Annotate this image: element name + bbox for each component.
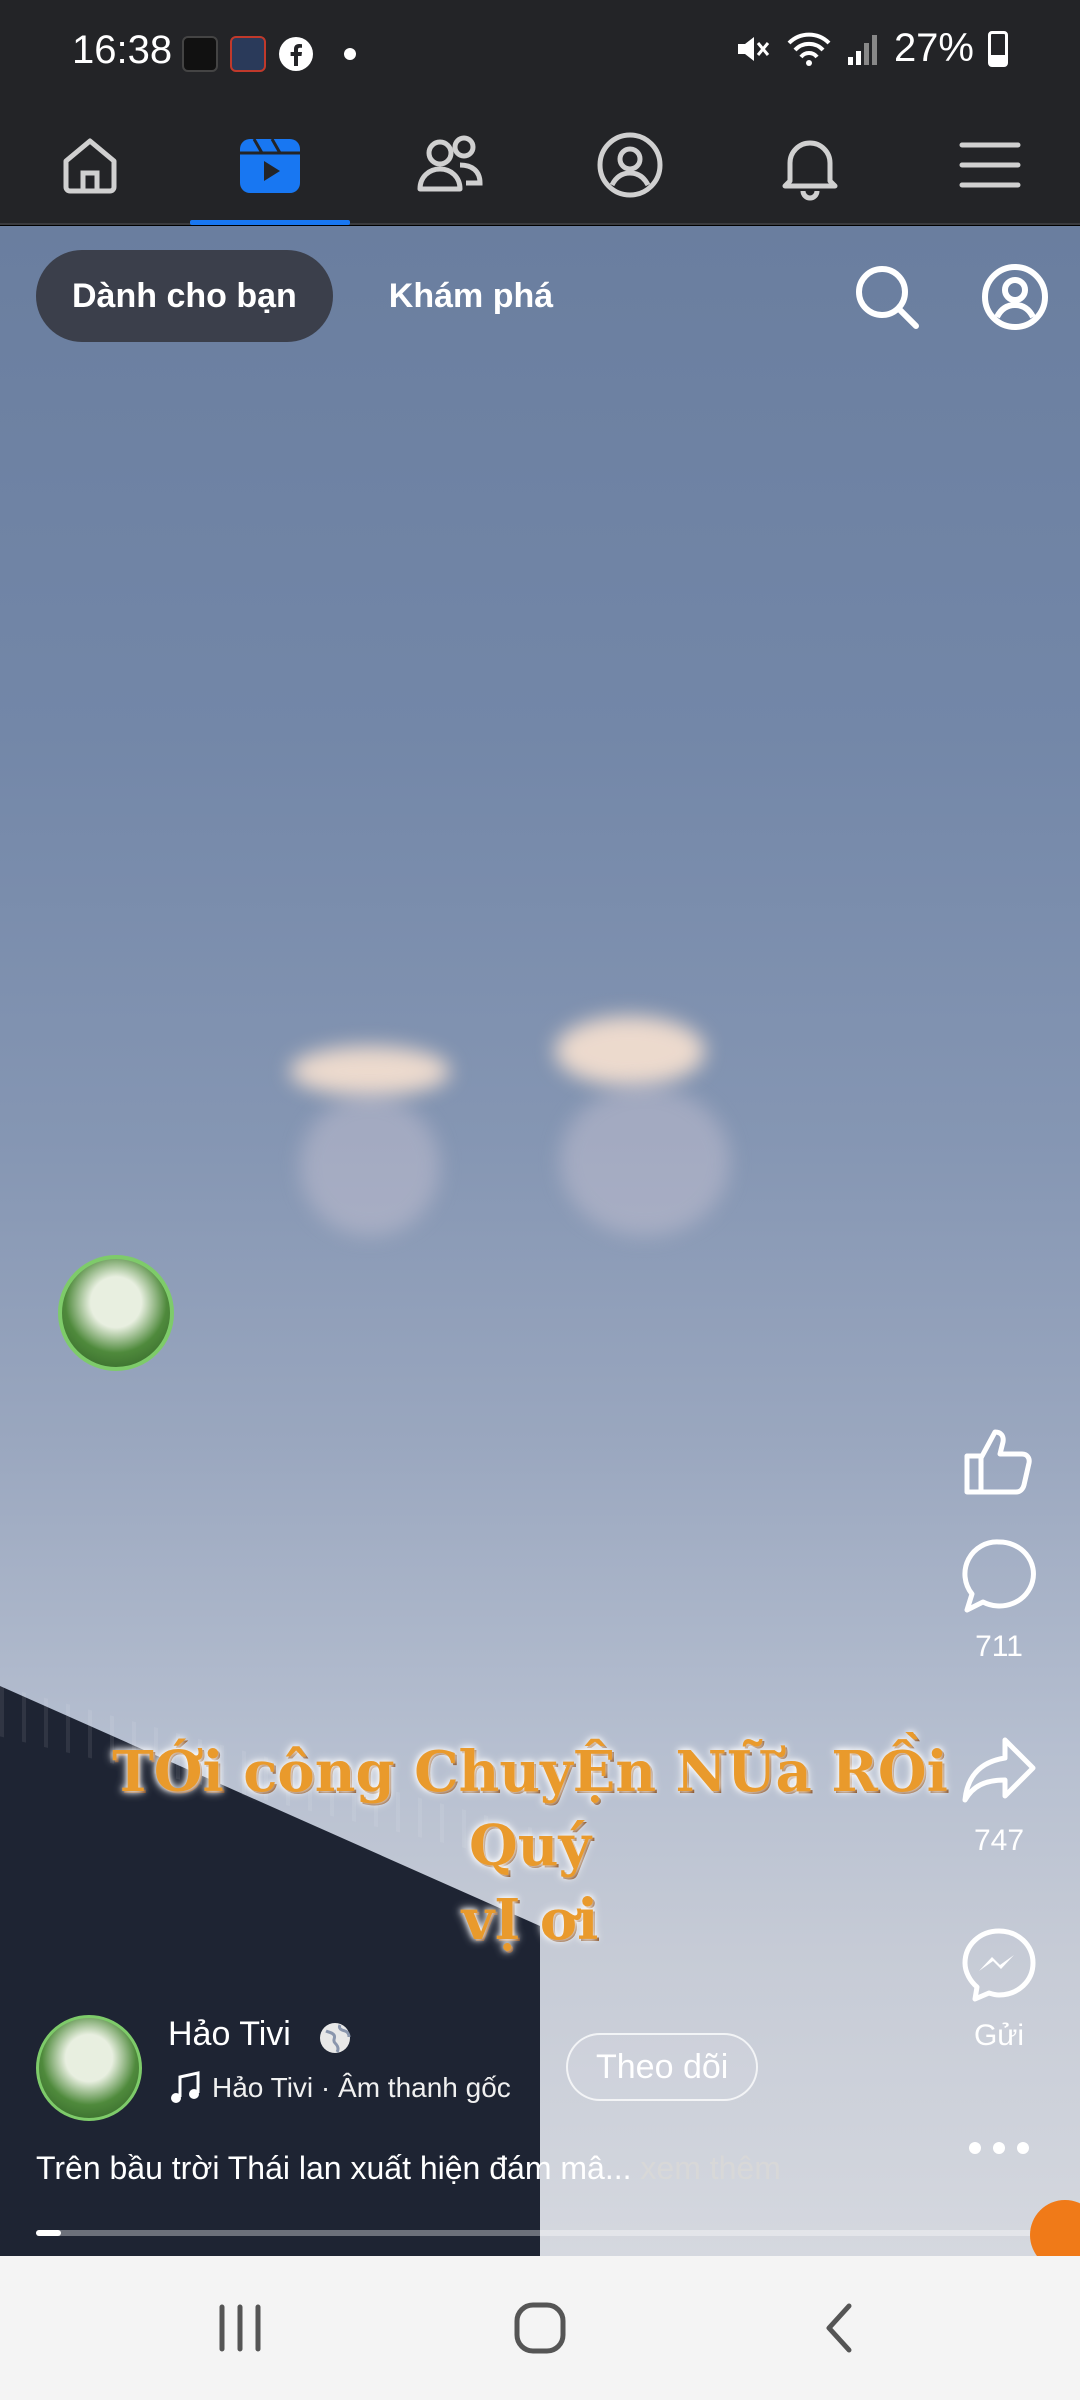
nav-profile[interactable] [540, 105, 720, 225]
description-text: Trên bầu trời Thái lan xuất hiện đám mâ.… [36, 2150, 632, 2186]
app-notification-icon [182, 36, 218, 72]
post-description[interactable]: Trên bầu trời Thái lan xuất hiện đám mâ.… [36, 2150, 781, 2187]
caption-line-1: TỚi công ChuyỆn NỮa RỒi Quý [112, 1739, 948, 1879]
profile-icon [597, 132, 663, 198]
sky-cloud [300, 1096, 440, 1236]
follow-button[interactable]: Theo dõi [566, 2033, 759, 2101]
home-circle-icon [514, 2302, 566, 2354]
globe-icon [320, 2023, 351, 2053]
system-status: 27% [732, 26, 1008, 71]
video-caption-overlay: TỚi công ChuyỆn NỮa RỒi Quý vỊ ơi [80, 1735, 980, 1957]
notification-icons [182, 36, 356, 72]
see-more-link[interactable]: xem thêm [640, 2150, 780, 2186]
friends-icon [417, 135, 483, 192]
nav-friends[interactable] [360, 105, 540, 225]
feed-tabs: Dành cho bạn Khám phá [36, 250, 589, 342]
audio-label: Hảo Tivi · Âm thanh gốc [212, 2072, 511, 2103]
author-name[interactable]: Hảo Tivi [168, 2015, 291, 2054]
nav-home[interactable] [0, 105, 180, 225]
author-row: Hảo Tivi Hảo Tivi · Âm thanh gốc Theo dõ… [36, 2015, 1036, 2125]
wifi-icon [787, 32, 831, 66]
like-icon [964, 1429, 1032, 1495]
creator-avatar-overlay [58, 1255, 174, 1371]
back-icon [826, 2303, 852, 2353]
battery-icon [988, 30, 1008, 67]
android-nav-bar [0, 2256, 1080, 2400]
account-icon[interactable] [980, 262, 1050, 332]
more-icon [969, 2142, 1029, 2154]
facebook-nav-bar [0, 105, 1080, 225]
music-note-icon [171, 2071, 200, 2103]
author-avatar[interactable] [36, 2015, 142, 2121]
more-notifications-dot [344, 48, 356, 60]
nav-notifications[interactable] [720, 105, 900, 225]
signal-icon [847, 34, 877, 65]
like-action[interactable] [954, 1420, 1044, 1500]
facebook-icon [279, 37, 313, 71]
comment-action[interactable]: 711 [954, 1536, 1044, 1664]
back-button[interactable] [800, 2296, 880, 2360]
nav-video[interactable] [180, 105, 360, 225]
tab-explore[interactable]: Khám phá [353, 250, 589, 342]
sky-cloud [555, 1016, 705, 1086]
status-time: 16:38 [72, 28, 173, 72]
comment-count: 711 [975, 1630, 1023, 1663]
video-progress-fill [36, 2230, 62, 2236]
home-button[interactable] [500, 2296, 580, 2360]
share-count: 747 [973, 1824, 1025, 1857]
app-notification-icon [230, 36, 266, 72]
mute-icon [737, 36, 770, 61]
audio-info[interactable]: Hảo Tivi · Âm thanh gốc [168, 2071, 511, 2105]
home-icon [63, 138, 117, 194]
battery-percent: 27% [893, 26, 974, 70]
video-icon [240, 138, 300, 193]
menu-icon [959, 142, 1021, 188]
search-icon[interactable] [852, 262, 922, 332]
sky-cloud [560, 1086, 730, 1236]
video-progress-bar[interactable] [36, 2230, 1044, 2236]
nav-menu[interactable] [900, 105, 1080, 225]
recent-apps-button[interactable] [200, 2296, 280, 2360]
notifications-icon [782, 140, 838, 201]
tab-for-you[interactable]: Dành cho bạn [36, 250, 333, 342]
recent-apps-icon [219, 2304, 261, 2352]
sky-cloud [290, 1046, 450, 1096]
more-action[interactable] [954, 2128, 1044, 2168]
status-bar: 16:38 27% [0, 0, 1080, 105]
comment-icon [962, 1539, 1036, 1613]
caption-line-2: vỊ ơi [461, 1887, 599, 1953]
